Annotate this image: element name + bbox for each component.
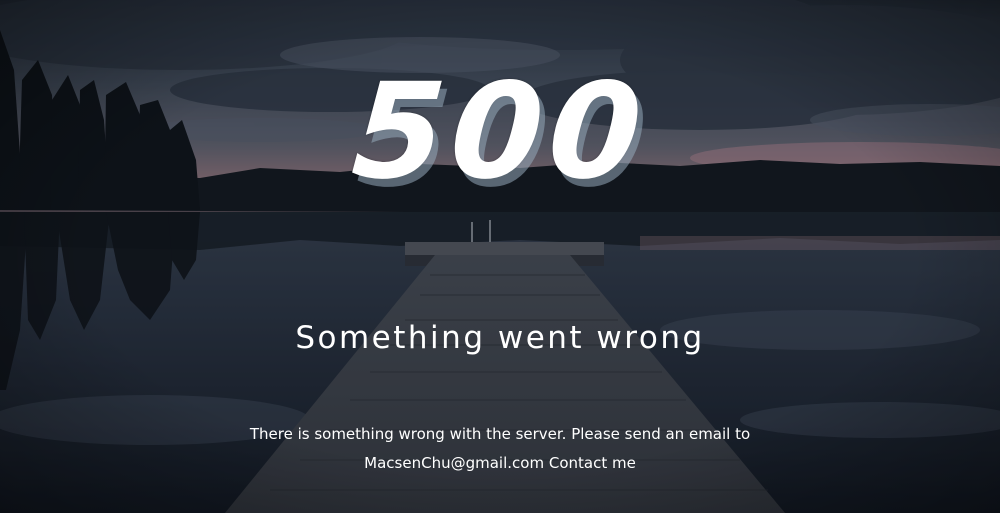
contact-line: MacsenChu@gmail.com Contact me xyxy=(0,449,1000,478)
error-headline: Something went wrong xyxy=(295,320,705,356)
contact-me-link[interactable]: Contact me xyxy=(549,454,636,472)
error-code: 500 xyxy=(347,55,653,209)
email-link[interactable]: MacsenChu@gmail.com xyxy=(364,454,544,472)
error-message-text: There is something wrong with the server… xyxy=(249,425,751,443)
error-page: 500 Something went wrong There is someth… xyxy=(0,0,1000,513)
error-message: There is something wrong with the server… xyxy=(0,420,1000,478)
